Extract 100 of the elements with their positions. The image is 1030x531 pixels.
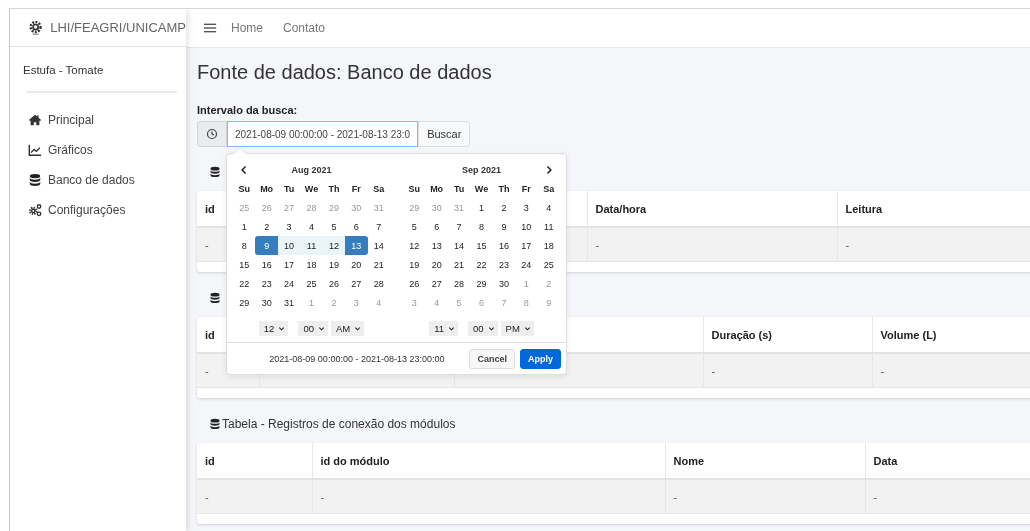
sidebar-item[interactable]: Gráficos [23,135,177,165]
table-cell: - [703,353,872,388]
calendar-day[interactable]: 31 [277,293,301,312]
menu-button[interactable] [203,21,217,35]
calendar-day[interactable]: 27 [425,274,448,293]
calendar-day[interactable]: 25 [300,274,323,293]
next-icon[interactable] [544,165,554,175]
hour-select[interactable]: 12 [258,320,289,336]
calendar-day[interactable]: 26 [403,274,426,293]
calendar-day[interactable]: 14 [447,236,471,255]
search-button[interactable]: Buscar [418,121,471,147]
calendar-day[interactable]: 22 [470,255,493,274]
cancel-button[interactable]: Cancel [469,348,515,369]
weekday-label: Tu [452,182,466,196]
calendar-day[interactable]: 4 [537,198,560,217]
calendar-day[interactable]: 18 [537,236,560,255]
hour-select[interactable]: 11 [429,320,458,336]
calendar-day[interactable]: 25 [537,255,560,274]
calendar-day[interactable]: 27 [345,274,368,293]
calendar-day[interactable]: 11 [300,236,323,255]
month-title: Sep 2021 [461,165,502,175]
previous-icon[interactable] [239,165,249,175]
ampm-select[interactable]: PM [500,320,534,336]
calendar-day[interactable]: 13 [425,236,448,255]
caret-icon [278,324,286,332]
table-cell: - [865,479,1030,514]
calendar-day[interactable]: 12 [403,236,426,255]
calendar-day[interactable]: 18 [300,255,323,274]
calendar-day[interactable]: 26 [322,274,346,293]
calendar-day[interactable]: 17 [515,236,538,255]
calendar-day[interactable]: 8 [470,217,493,236]
calendar-day[interactable]: 14 [367,236,390,255]
field-label: Intervalo da busca: [197,103,299,117]
calendar-day[interactable]: 24 [277,274,301,293]
caret-icon [317,324,325,332]
sidebar-item[interactable]: Configurações [23,195,177,225]
caret-icon [448,324,455,332]
nav-link[interactable]: Contato [283,21,326,35]
ampm-select[interactable]: AM [330,320,365,336]
calendar-day[interactable]: 28 [367,274,390,293]
calendar-day[interactable]: 6 [345,217,368,236]
weekday-label: Sa [542,182,556,196]
calendar-day[interactable]: 19 [403,255,426,274]
weekday-label: Tu [282,182,296,196]
calendar-day[interactable]: 15 [470,236,493,255]
calendar-day[interactable]: 21 [447,255,471,274]
calendar-day[interactable]: 3 [515,198,538,217]
calendar-day[interactable]: 6 [425,217,448,236]
calendar-day[interactable]: 30 [492,274,516,293]
sidebar-subtitle: Estufa - Tomate [23,63,105,78]
calendar-day[interactable]: 7 [447,217,471,236]
database-icon [209,418,221,430]
calendar-day[interactable]: 20 [425,255,448,274]
caret-icon [487,324,495,332]
calendar-day[interactable]: 4 [300,217,323,236]
calendar-day[interactable]: 21 [367,255,390,274]
calendar-day[interactable]: 13 [345,236,368,255]
apply-button[interactable]: Apply [520,348,561,369]
calendar-day[interactable]: 23 [255,274,278,293]
calendar-day[interactable]: 19 [322,255,346,274]
calendar-day[interactable]: 10 [277,236,301,255]
calendar-day[interactable]: 11 [537,217,560,236]
calendar-day[interactable]: 9 [492,217,516,236]
calendar-day[interactable]: 23 [492,255,516,274]
calendar-day[interactable]: 29 [470,274,493,293]
table-title: Tabela - Registros de conexão dos módulos [222,417,456,431]
calendar-day[interactable]: 16 [492,236,516,255]
calendar-day[interactable]: 8 [233,236,256,255]
calendar-day[interactable]: 29 [233,293,256,312]
calendar-day[interactable]: 9 [255,236,278,255]
brand-title[interactable]: LHI/FEAGRI/UNICAMP [50,20,186,35]
weekday-label: We [473,182,490,196]
calendar-day[interactable]: 2 [492,198,516,217]
calendar-day[interactable]: 17 [277,255,301,274]
calendar-day[interactable]: 30 [255,293,278,312]
gears-icon [28,203,42,217]
month-title: Aug 2021 [290,165,333,175]
calendar-day[interactable]: 12 [322,236,346,255]
calendar-day[interactable]: 1 [470,198,493,217]
calendar-day[interactable]: 3 [277,217,301,236]
table-cell: - [872,353,1030,388]
calendar-day[interactable]: 5 [403,217,426,236]
calendar-day[interactable]: 22 [233,274,256,293]
nav-link[interactable]: Home [231,21,263,35]
calendar-day[interactable]: 7 [367,217,390,236]
calendar-day[interactable]: 24 [515,255,538,274]
home-icon [28,113,42,127]
minute-select[interactable]: 00 [298,320,328,336]
calendar-day[interactable]: 28 [447,274,471,293]
sidebar-item[interactable]: Banco de dados [23,165,177,195]
calendar-day[interactable]: 10 [515,217,538,236]
calendar-day[interactable]: 5 [322,217,346,236]
date-range-field[interactable]: 2021-08-09 00:00:00 - 2021-08-13 23:0 [227,121,419,147]
chart-icon [28,143,42,157]
sidebar-item[interactable]: Principal [23,105,177,135]
weekday-label: Fr [520,182,532,196]
minute-select[interactable]: 00 [468,320,498,336]
weekday-label: Th [327,182,341,196]
calendar-day[interactable]: 20 [345,255,368,274]
weekday-label: Mo [429,182,445,196]
